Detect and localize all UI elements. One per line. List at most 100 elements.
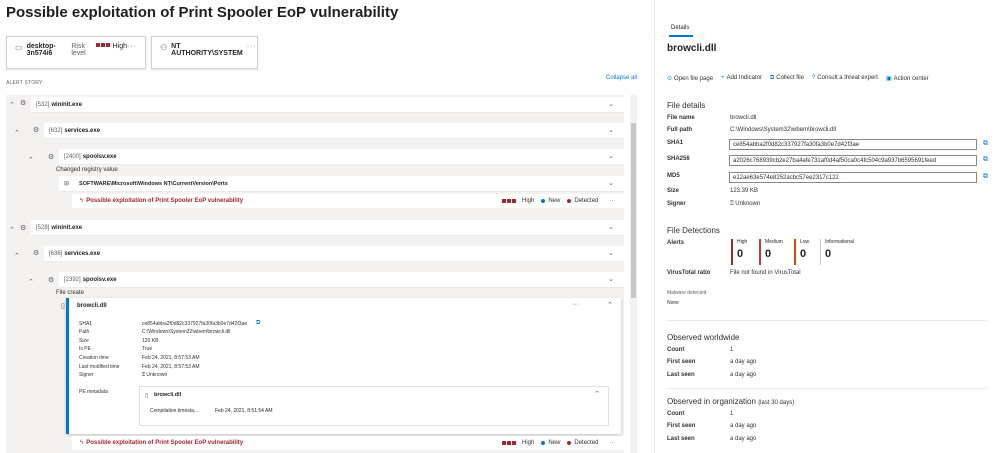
collapse-caret-icon[interactable]: ⌃: [28, 278, 34, 286]
status-dot-icon: [541, 199, 546, 203]
changed-registry-label: Changed registry value: [56, 167, 118, 173]
alert-more-button[interactable]: ···: [609, 198, 615, 204]
process-gear-icon: ⚙: [20, 225, 27, 232]
collapse-caret-icon[interactable]: ⌃: [14, 129, 20, 137]
chevron-down-icon[interactable]: ⌄: [608, 223, 614, 231]
chevron-down-icon[interactable]: ⌄: [608, 179, 614, 187]
alert-count-value: 0: [800, 248, 807, 260]
chevron-down-icon[interactable]: ⌄: [608, 249, 614, 257]
field-value-sha1: ce854abba2f0d82c337927fa30fa3b0e7d42f3ae: [142, 321, 248, 327]
alert-status: New: [548, 440, 561, 446]
collapse-caret-icon[interactable]: ⌃: [9, 101, 15, 109]
field-value-path: C:\Windows\System32\wbem\browcli.dll: [142, 329, 231, 335]
copy-icon[interactable]: ⧉: [983, 173, 988, 181]
pe-metadata-box: ▯ browcli.dll ⌃ Compilation timesta... F…: [139, 386, 609, 426]
collect-file-button[interactable]: ⧉ Collect file: [770, 75, 804, 82]
copy-icon[interactable]: ⧉: [983, 140, 988, 148]
alert-bolt-icon: ϟ: [80, 440, 84, 446]
device-icon: ▭: [15, 43, 23, 52]
file-more-button[interactable]: ···: [572, 301, 579, 308]
alert-row[interactable]: ϟ Possible exploitation of Print Spooler…: [72, 194, 624, 208]
process-row-spoolsv-2392[interactable]: [2392] spoolsv.exe ⌄: [59, 272, 624, 288]
process-row-services-636[interactable]: [636] services.exe ⌄: [44, 246, 624, 262]
field-label: First seen: [667, 359, 696, 365]
field-label: VirusTotal ratio: [667, 270, 711, 276]
divider: [667, 388, 987, 389]
chevron-up-icon[interactable]: ⌃: [594, 390, 600, 398]
file-detail-card: browcli.dll ··· ⌃ SHA1 ce854abba2f0d82c3…: [66, 298, 621, 434]
field-label: Signer: [667, 201, 686, 207]
process-gear-icon: ⚙: [20, 100, 27, 107]
action-center-button[interactable]: ▣ Action center: [886, 75, 929, 82]
collapse-all-link[interactable]: Collapse all: [606, 75, 637, 81]
add-indicator-button[interactable]: + Add Indicator: [721, 75, 762, 82]
registry-row[interactable]: ⊞ SOFTWARE\Microsoft\Windows NT\CurrentV…: [59, 176, 624, 192]
field-label: Path: [79, 329, 90, 335]
collapse-caret-icon[interactable]: ⌃: [9, 226, 15, 234]
md5-field[interactable]: e12ae63e574e8252acbc57ee2317c122: [729, 172, 977, 183]
copy-icon[interactable]: ⧉: [983, 156, 988, 164]
detections-heading: File Detections: [667, 226, 720, 235]
chevron-up-icon[interactable]: ⌃: [607, 301, 613, 309]
process-name: wininit.exe: [51, 224, 83, 231]
collect-icon: ⧉: [769, 75, 775, 81]
tree-scrollbar[interactable]: [630, 95, 637, 453]
chevron-down-icon[interactable]: ⌄: [608, 100, 614, 108]
details-title: browcli.dll: [667, 43, 717, 54]
alert-meta: High New Detected ···: [502, 440, 615, 446]
process-row-wininit-532[interactable]: [532] wininit.exe ⌄: [31, 97, 624, 113]
alert-count-value: 0: [825, 248, 832, 260]
file-icon: ▯: [145, 393, 149, 399]
field-label: SHA1: [667, 140, 684, 146]
device-more-button[interactable]: ···: [127, 43, 137, 50]
sha256-field[interactable]: a2026c768939cb2e27ba4afe731af0d4af50ca0c…: [729, 155, 977, 166]
field-label: Full path: [667, 127, 692, 133]
observed-org-heading: Observed in organization (last 30 days): [667, 397, 794, 406]
user-card[interactable]: ⚇ NT AUTHORITY\SYSTEM ···: [151, 36, 258, 69]
user-more-button[interactable]: ···: [247, 43, 257, 50]
field-label: Count: [667, 411, 685, 417]
field-label: MD5: [667, 173, 680, 179]
severity-bars-icon: [502, 441, 516, 445]
open-file-icon: ⊙: [667, 76, 673, 82]
field-label: Signer: [79, 372, 94, 378]
device-card[interactable]: ▭ desktop-3n574i6 Risk level High ···: [6, 36, 146, 69]
compilation-value: Feb 24, 2021, 8:51:54 AM: [215, 408, 273, 414]
alert-severity: High: [522, 440, 535, 446]
file-create-label: File create: [56, 290, 85, 296]
process-row-wininit-528[interactable]: [528] wininit.exe ⌄: [31, 220, 624, 236]
field-label: SHA256: [667, 156, 690, 162]
field-label: Size: [667, 188, 680, 194]
process-pid: [636]: [49, 250, 63, 257]
org-last-seen: a day ago: [730, 436, 757, 442]
sha1-field[interactable]: ce854abba2f0d82c337927fa30fa3b0e7d42f3ae: [729, 139, 977, 150]
severity-bars-icon: [95, 43, 110, 47]
alert-title[interactable]: Possible exploitation of Print Spooler E…: [86, 198, 243, 204]
open-file-page-button[interactable]: ⊙ Open file page: [667, 75, 713, 82]
alert-count-high: High 0: [731, 239, 747, 265]
chevron-down-icon[interactable]: ⌄: [608, 152, 614, 160]
chevron-down-icon[interactable]: ⌄: [608, 275, 614, 283]
divider: [667, 320, 987, 321]
alert-row[interactable]: ϟ Possible exploitation of Print Spooler…: [72, 436, 624, 450]
field-label: Last seen: [667, 436, 695, 442]
alert-title[interactable]: Possible exploitation of Print Spooler E…: [86, 440, 243, 446]
page-title: Possible exploitation of Print Spooler E…: [6, 4, 399, 21]
alert-bolt-icon: ϟ: [80, 198, 84, 204]
field-label: Count: [667, 347, 685, 353]
chevron-down-icon[interactable]: ⌄: [608, 126, 614, 134]
collapse-caret-icon[interactable]: ⌃: [14, 252, 20, 260]
risk-level-label: Risk level: [71, 43, 86, 57]
collapse-caret-icon[interactable]: ⌃: [28, 156, 34, 164]
process-row-services-632[interactable]: [632] services.exe ⌄: [44, 123, 624, 139]
process-gear-icon: ⚙: [48, 277, 55, 284]
action-label: Consult a threat expert: [817, 75, 878, 81]
tab-details[interactable]: Details: [671, 25, 689, 31]
process-row-spoolsv-2400[interactable]: [2400] spoolsv.exe ⌄: [59, 149, 624, 165]
process-pid: [2400]: [64, 153, 81, 160]
scrollbar-thumb[interactable]: [631, 123, 636, 298]
copy-icon[interactable]: ⧉: [256, 320, 260, 327]
alert-more-button[interactable]: ···: [609, 440, 615, 446]
consult-threat-expert-button[interactable]: ? Consult a threat expert: [812, 75, 878, 82]
process-gear-icon: ⚙: [33, 127, 40, 134]
